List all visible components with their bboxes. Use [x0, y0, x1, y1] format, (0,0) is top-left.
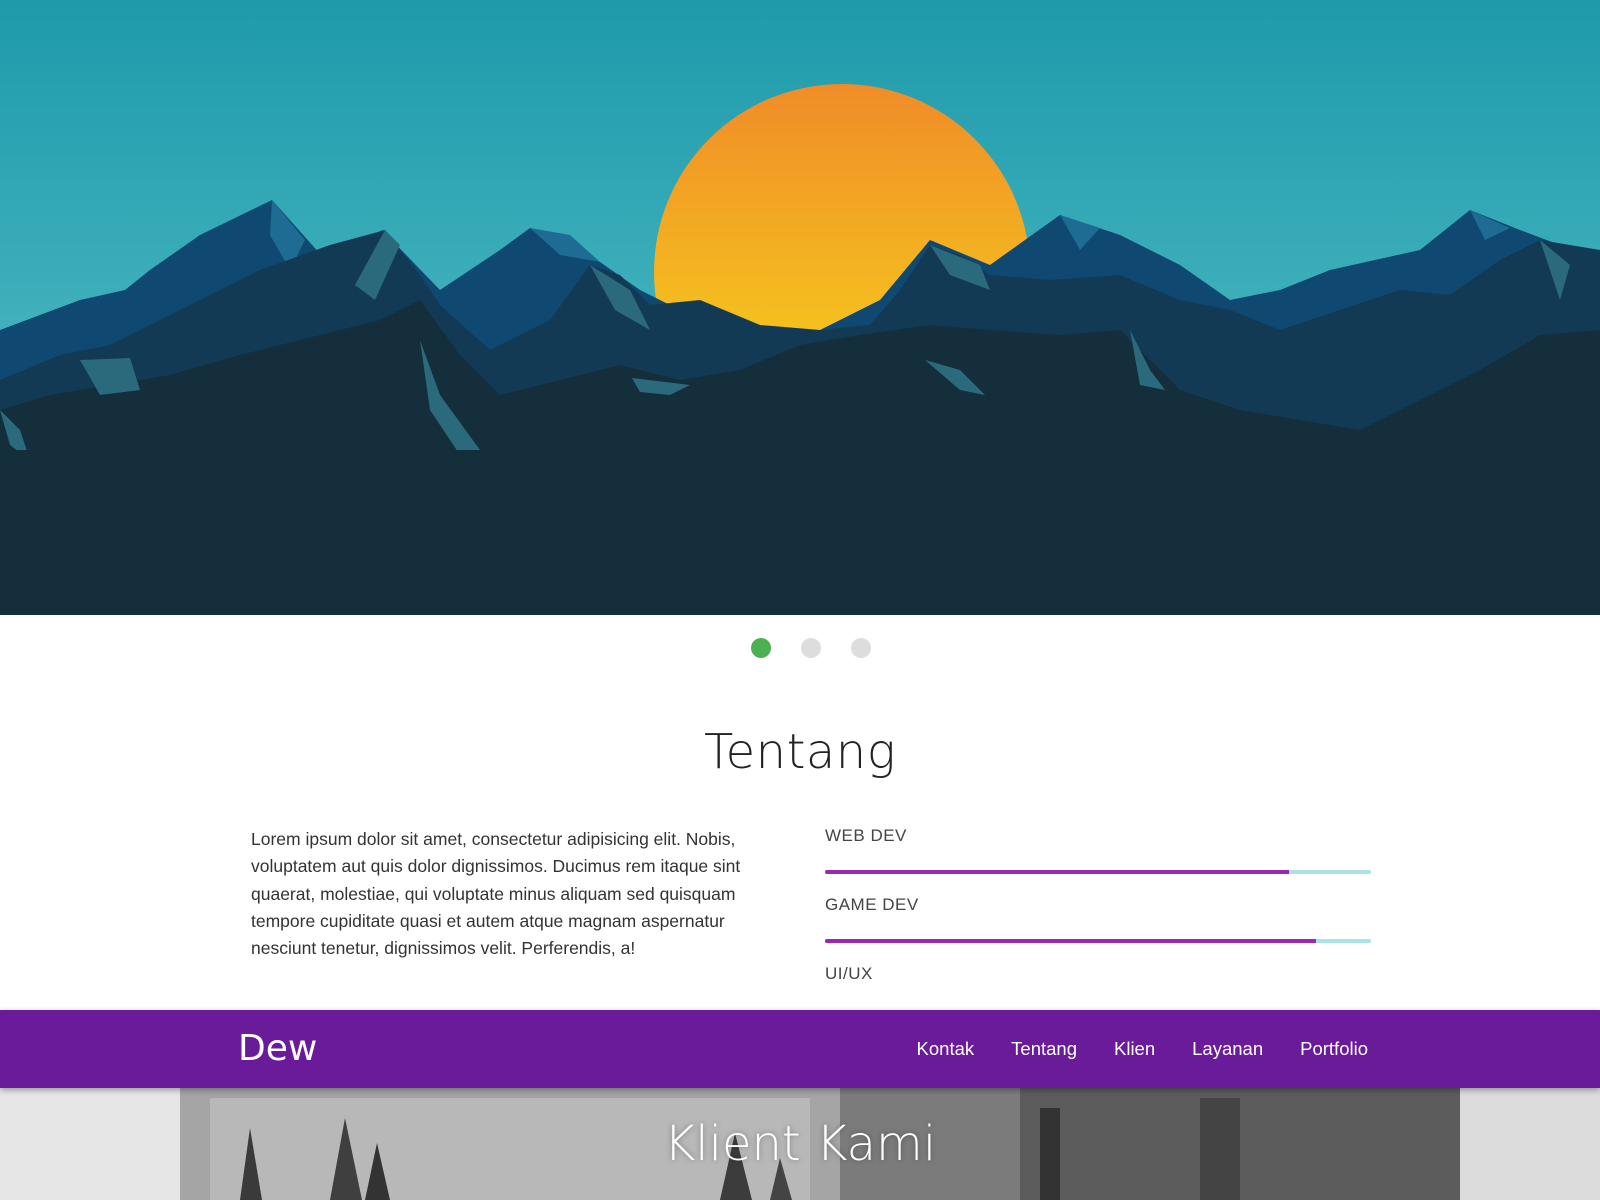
- skill-progress-track: [825, 939, 1371, 943]
- brand-logo[interactable]: Dew: [238, 1028, 317, 1069]
- nav-links: Kontak Tentang Klien Layanan Portfolio: [880, 1010, 1368, 1088]
- nav-link-tentang[interactable]: Tentang: [1011, 1038, 1077, 1059]
- skill-label: GAME DEV: [825, 895, 919, 914]
- nav-link-kontak[interactable]: Kontak: [917, 1038, 975, 1059]
- carousel-dot-1[interactable]: [751, 638, 771, 658]
- skills-list: WEB DEV GAME DEV UI/UX: [825, 826, 1371, 1033]
- hero-slide-image: [0, 0, 1600, 615]
- carousel-indicators: [0, 638, 1600, 660]
- about-title: Tentang: [703, 724, 897, 780]
- carousel-dot-3[interactable]: [851, 638, 871, 658]
- skill-progress-fill: [825, 870, 1290, 874]
- skill-item-game-dev: GAME DEV: [825, 895, 1371, 964]
- nav-link-layanan[interactable]: Layanan: [1192, 1038, 1263, 1059]
- about-description: Lorem ipsum dolor sit amet, consectetur …: [251, 829, 741, 959]
- skill-label: WEB DEV: [825, 826, 907, 845]
- main-navbar: Dew Kontak Tentang Klien Layanan Portfol…: [0, 1010, 1600, 1088]
- nav-link-portfolio[interactable]: Portfolio: [1300, 1038, 1368, 1059]
- nav-link-klien[interactable]: Klien: [1114, 1038, 1155, 1059]
- carousel-dot-2[interactable]: [801, 638, 821, 658]
- clients-section: Klient Kami: [0, 1088, 1600, 1200]
- skill-progress-fill: [825, 939, 1317, 943]
- skill-label: UI/UX: [825, 964, 873, 983]
- skill-item-web-dev: WEB DEV: [825, 826, 1371, 895]
- hero-carousel: [0, 0, 1600, 615]
- skill-progress-track: [825, 870, 1371, 874]
- clients-title: Klient Kami: [663, 1116, 937, 1172]
